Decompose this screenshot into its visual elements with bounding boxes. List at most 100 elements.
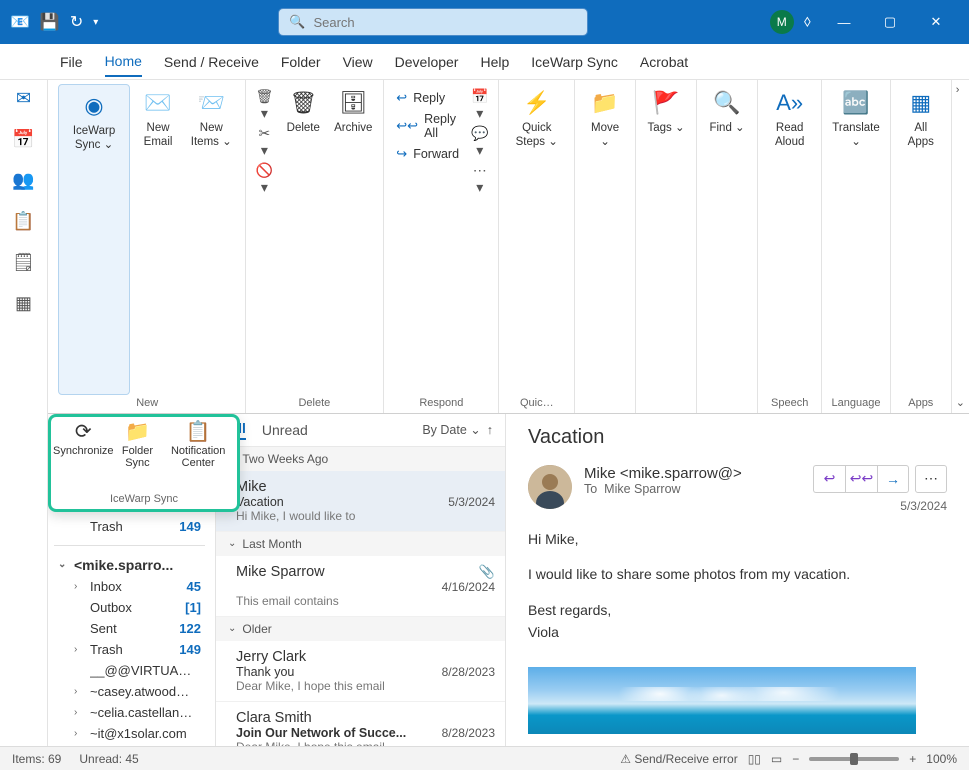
quick-steps-button[interactable]: ⚡ Quick Steps ⌄ xyxy=(507,84,566,395)
reply-button[interactable]: ↩Reply xyxy=(392,88,463,108)
ignore-icon[interactable]: 🗑▾ xyxy=(256,88,274,122)
send-receive-error[interactable]: ⚠ Send/Receive error xyxy=(620,752,737,766)
folder-item[interactable]: Trash149 xyxy=(54,516,205,537)
calendar-icon[interactable]: 📅 xyxy=(12,129,34,150)
save-icon[interactable]: 💾 xyxy=(40,12,60,32)
message-group-header[interactable]: ⌄ Two Weeks Ago xyxy=(216,447,505,471)
notification-center-button[interactable]: 📋 Notification Center xyxy=(161,421,235,491)
more-actions[interactable]: ⋯ xyxy=(915,465,947,493)
message-item[interactable]: Clara Smith Join Our Network of Succe...… xyxy=(216,702,505,747)
icewarp-sync-button[interactable]: ◉ IceWarp Sync ⌄ xyxy=(58,84,130,395)
read-aloud-icon: A» xyxy=(776,86,803,120)
folder-item[interactable]: __@@VIRTUAL@@_... xyxy=(54,660,205,681)
reply-all-action[interactable]: ↩↩ xyxy=(845,465,877,493)
menu-bar: File Home Send / Receive Folder View Dev… xyxy=(0,44,969,80)
menu-developer[interactable]: Developer xyxy=(395,48,459,76)
reply-all-button[interactable]: ↩↩Reply All xyxy=(392,110,463,142)
folder-item[interactable]: ~marketing@x1so... xyxy=(54,744,205,747)
find-button[interactable]: 🔍 Find ⌄ xyxy=(705,84,749,411)
menu-acrobat[interactable]: Acrobat xyxy=(640,48,688,76)
search-input[interactable] xyxy=(313,15,577,30)
dropdown-label: IceWarp Sync xyxy=(53,491,235,507)
forward-button[interactable]: ↪Forward xyxy=(392,144,463,164)
message-list: All Unread By Date ⌄ ↑ ⌄ Two Weeks Ago M… xyxy=(216,414,506,747)
diamond-icon[interactable]: ⬨ xyxy=(804,13,811,31)
folder-sync-button[interactable]: 📁 Folder Sync xyxy=(114,421,162,491)
ribbon-collapse-icon[interactable]: ⌄ xyxy=(956,396,965,409)
meeting-icon[interactable]: 📅▾ xyxy=(471,88,488,122)
new-email-button[interactable]: ✉️ New Email xyxy=(136,84,180,395)
search-box[interactable]: 🔍 xyxy=(278,8,588,36)
ribbon-group-respond: Respond xyxy=(392,395,490,411)
title-bar: 📧 💾 ↻ ▾ 🔍 M ⬨ — ▢ ✕ xyxy=(0,0,969,44)
new-items-button[interactable]: 📨 New Items ⌄ xyxy=(186,84,236,395)
folder-sync-icon: 📁 xyxy=(125,421,150,445)
notes-icon[interactable]: 🗒 xyxy=(12,252,35,273)
zoom-out[interactable]: − xyxy=(792,752,799,766)
minimize-button[interactable]: — xyxy=(821,0,867,44)
tab-unread[interactable]: Unread xyxy=(262,422,308,438)
message-group-header[interactable]: ⌄ Older xyxy=(216,617,505,641)
im-icon[interactable]: 💬▾ xyxy=(471,125,488,159)
account-avatar[interactable]: M xyxy=(770,10,794,34)
more-respond-icon[interactable]: ⋯▾ xyxy=(471,162,488,196)
menu-help[interactable]: Help xyxy=(480,48,509,76)
close-button[interactable]: ✕ xyxy=(913,0,959,44)
sort-by-date[interactable]: By Date ⌄ xyxy=(422,422,480,437)
attachment-icon: 📎 xyxy=(479,564,495,580)
junk-icon[interactable]: 🚫▾ xyxy=(256,162,274,196)
search-icon: 🔍 xyxy=(289,14,305,30)
translate-button[interactable]: 🔤 Translate ⌄ xyxy=(830,84,882,395)
folder-item[interactable]: Outbox[1] xyxy=(54,597,205,618)
tasks-icon[interactable]: 📋 xyxy=(12,211,34,232)
people-icon[interactable]: 👥 xyxy=(12,170,34,191)
zoom-in[interactable]: + xyxy=(909,752,916,766)
menu-folder[interactable]: Folder xyxy=(281,48,321,76)
icewarp-sync-dropdown: ⟳ Synchronize 📁 Folder Sync 📋 Notificati… xyxy=(48,414,240,512)
folder-item[interactable]: ›Inbox45 xyxy=(54,576,205,597)
delete-button[interactable]: 🗑 Delete xyxy=(281,84,325,395)
status-unread: Unread: 45 xyxy=(79,752,138,766)
view-reading-icon[interactable]: ▭ xyxy=(771,752,782,766)
sync-icon[interactable]: ↻ xyxy=(70,12,83,32)
folder-item[interactable]: ›Trash149 xyxy=(54,639,205,660)
folder-item[interactable]: ›~it@x1solar.com xyxy=(54,723,205,744)
cleanup-icon[interactable]: ✂▾ xyxy=(256,125,274,159)
menu-view[interactable]: View xyxy=(343,48,373,76)
menu-home[interactable]: Home xyxy=(105,47,142,77)
maximize-button[interactable]: ▢ xyxy=(867,0,913,44)
menu-icewarp-sync[interactable]: IceWarp Sync xyxy=(531,48,618,76)
archive-button[interactable]: 🗄 Archive xyxy=(331,84,375,395)
folder-item[interactable]: Sent122 xyxy=(54,618,205,639)
message-item[interactable]: Mike Vacation5/3/2024 Hi Mike, I would l… xyxy=(216,471,505,532)
mail-icon[interactable]: ✉ xyxy=(16,88,31,109)
folder-item[interactable]: ›~casey.atwood@x... xyxy=(54,681,205,702)
sender-name: Mike <mike.sparrow@> xyxy=(584,465,801,482)
reply-all-icon: ↩↩ xyxy=(396,118,418,134)
message-group-header[interactable]: ⌄ Last Month xyxy=(216,532,505,556)
apps-icon[interactable]: ▦ xyxy=(15,293,32,314)
message-subject: Vacation xyxy=(528,426,947,449)
status-items: Items: 69 xyxy=(12,752,61,766)
forward-action[interactable]: → xyxy=(877,465,909,493)
all-apps-button[interactable]: ▦ All Apps xyxy=(899,84,943,395)
message-item[interactable]: Mike Sparrow📎 4/16/2024 This email conta… xyxy=(216,556,505,617)
reply-action[interactable]: ↩ xyxy=(813,465,845,493)
view-normal-icon[interactable]: ▯▯ xyxy=(748,752,761,766)
status-bar: Items: 69 Unread: 45 ⚠ Send/Receive erro… xyxy=(0,746,969,770)
read-aloud-button[interactable]: A» Read Aloud xyxy=(766,84,813,395)
folder-item[interactable]: ›~celia.castellano@... xyxy=(54,702,205,723)
move-button[interactable]: 📁 Move ⌄ xyxy=(583,84,627,411)
menu-file[interactable]: File xyxy=(60,48,83,76)
account-header[interactable]: ⌄<mike.sparro... xyxy=(54,554,205,576)
zoom-slider[interactable] xyxy=(809,757,899,761)
message-item[interactable]: Jerry Clark Thank you8/28/2023 Dear Mike… xyxy=(216,641,505,702)
synchronize-button[interactable]: ⟳ Synchronize xyxy=(53,421,114,491)
ribbon-group-new: New xyxy=(58,395,237,411)
ribbon-scroll-icon[interactable]: › xyxy=(956,84,965,96)
sort-direction-icon[interactable]: ↑ xyxy=(487,423,493,437)
menu-send-receive[interactable]: Send / Receive xyxy=(164,48,259,76)
tags-button[interactable]: 🚩 Tags ⌄ xyxy=(644,84,688,411)
move-icon: 📁 xyxy=(591,86,618,120)
dropdown-caret-icon[interactable]: ▾ xyxy=(93,17,98,28)
